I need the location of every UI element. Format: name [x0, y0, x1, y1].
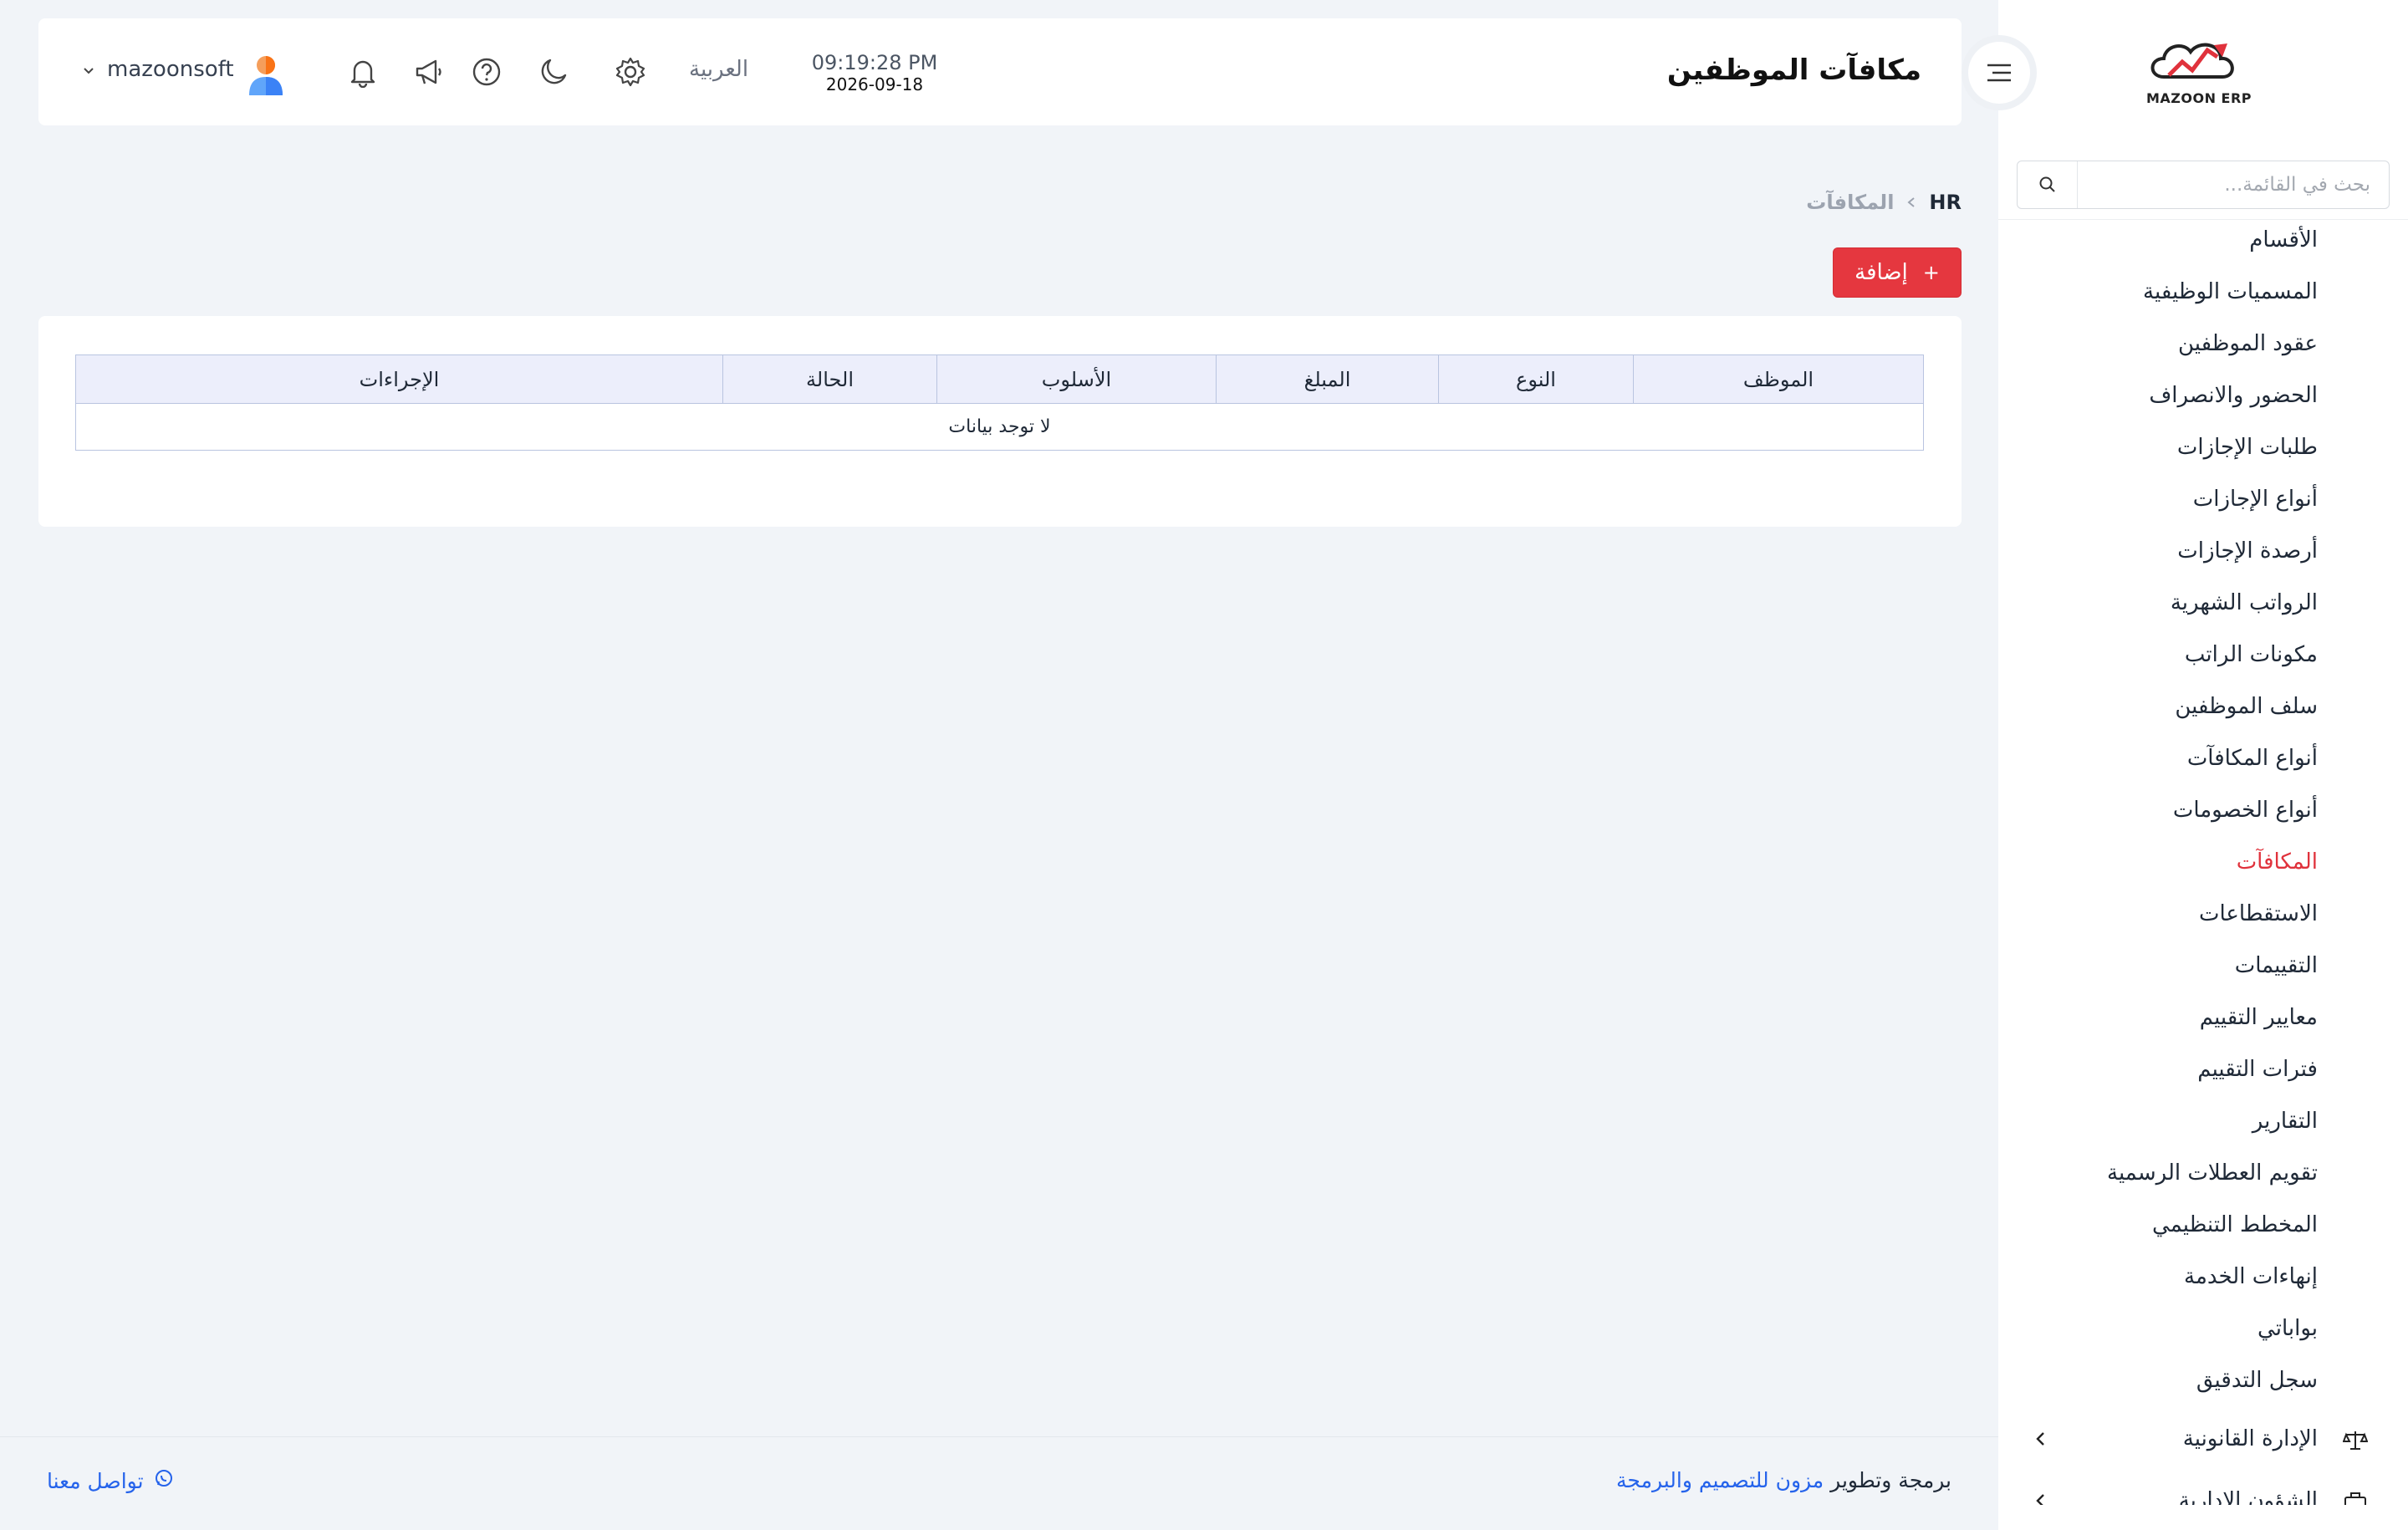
page-title: مكافآت الموظفين: [1666, 54, 1921, 87]
sidebar-item-leave-balances[interactable]: أرصدة الإجازات: [2177, 538, 2318, 564]
sidebar-item-employee-contracts[interactable]: عقود الموظفين: [2178, 331, 2318, 356]
sidebar-item-org-chart[interactable]: المخطط التنظيمي: [2152, 1212, 2318, 1237]
breadcrumb-home[interactable]: HR: [1929, 191, 1962, 214]
sidebar-item-leave-types[interactable]: أنواع الإجازات: [2193, 487, 2318, 512]
sidebar-item-my-portals[interactable]: بواباتي: [2258, 1316, 2318, 1341]
column-header-status[interactable]: الحالة: [722, 354, 937, 404]
sidebar-search: [2017, 161, 2390, 209]
add-button-label: إضافة: [1854, 260, 1908, 285]
contact-us-link[interactable]: تواصل معنا: [47, 1468, 174, 1493]
sidebar-group-label: الإدارة القانونية: [2182, 1426, 2318, 1451]
footer-credit: برمجة وتطوير مزون للتصميم والبرمجة: [1616, 1468, 1951, 1492]
footer-divider: [0, 1436, 1998, 1437]
clock-time: 09:19:28 PM: [811, 51, 938, 74]
settings-gear-icon[interactable]: [612, 54, 649, 90]
scale-icon: [2342, 1428, 2369, 1453]
sidebar-menu: الأقسام المسميات الوظيفية عقود الموظفين …: [1998, 219, 2408, 1505]
sidebar-item-evaluations[interactable]: التقييمات: [2235, 953, 2318, 978]
search-icon[interactable]: [2018, 161, 2078, 208]
sidebar-item-holiday-calendar[interactable]: تقويم العطلات الرسمية: [2107, 1160, 2318, 1186]
bonuses-table: الموظف النوع المبلغ الأسلوب الحالة الإجر…: [75, 354, 1924, 451]
table-header-row: الموظف النوع المبلغ الأسلوب الحالة الإجر…: [75, 354, 1924, 404]
briefcase-icon: [2343, 1490, 2368, 1505]
chevron-left-icon: [2032, 1430, 2050, 1448]
notification-bell-icon[interactable]: [344, 54, 381, 90]
sidebar-search-input[interactable]: [2078, 161, 2389, 208]
table-row: لا توجد بيانات: [75, 403, 1924, 451]
sidebar-item-salary-components[interactable]: مكونات الراتب: [2185, 642, 2318, 667]
chevron-left-icon: [2032, 1492, 2050, 1505]
logo-text: MAZOON ERP: [2145, 90, 2252, 106]
plus-icon: +: [1922, 261, 1940, 284]
bonuses-table-card: الموظف النوع المبلغ الأسلوب الحالة الإجر…: [38, 316, 1962, 527]
clock-date: 2026-09-18: [825, 74, 924, 94]
sidebar-item-deduction-types[interactable]: أنواع الخصومات: [2173, 798, 2318, 823]
column-header-employee[interactable]: الموظف: [1633, 354, 1924, 404]
sidebar-item-reports[interactable]: التقارير: [2252, 1109, 2318, 1134]
user-name[interactable]: mazoonsoft: [107, 57, 234, 82]
footer-brand-link[interactable]: مزون للتصميم والبرمجة: [1616, 1468, 1824, 1492]
dark-mode-moon-icon[interactable]: [535, 54, 572, 90]
sidebar-item-bonus-types[interactable]: أنواع المكافآت: [2187, 746, 2318, 771]
user-avatar[interactable]: [246, 54, 286, 95]
column-header-amount[interactable]: المبلغ: [1216, 354, 1439, 404]
sidebar-group-legal[interactable]: الإدارة القانونية: [1998, 1420, 2408, 1460]
sidebar-group-admin[interactable]: الشؤون الإدارية: [1998, 1482, 2408, 1505]
footer-credit-prefix: برمجة وتطوير: [1830, 1468, 1951, 1492]
column-header-actions: الإجراءات: [75, 354, 723, 404]
contact-label: تواصل معنا: [47, 1468, 144, 1493]
sidebar-item-monthly-payroll[interactable]: الرواتب الشهرية: [2171, 590, 2318, 615]
sidebar-item-terminations[interactable]: إنهاءات الخدمة: [2184, 1264, 2318, 1289]
company-logo[interactable]: MAZOON ERP: [2140, 33, 2258, 110]
breadcrumb-chevron-icon: [1905, 191, 1917, 214]
logo-graphic: [2150, 43, 2234, 79]
sidebar-toggle-button[interactable]: [1962, 35, 2037, 110]
sidebar-item-departments[interactable]: الأقسام: [2249, 227, 2318, 252]
sidebar-group-label: الشؤون الإدارية: [2178, 1488, 2318, 1505]
column-header-method[interactable]: الأسلوب: [936, 354, 1217, 404]
breadcrumb: HR المكافآت: [1806, 191, 1962, 214]
menu-icon: [1968, 42, 2030, 104]
add-button[interactable]: + إضافة: [1833, 247, 1962, 298]
language-switcher[interactable]: العربية: [689, 57, 748, 82]
breadcrumb-current: المكافآت: [1806, 191, 1895, 214]
sidebar-item-audit-log[interactable]: سجل التدقيق: [2196, 1368, 2318, 1393]
sidebar: MAZOON ERP الأقسام المسميات الوظيفية عقو…: [1998, 0, 2408, 1530]
sidebar-item-attendance[interactable]: الحضور والانصراف: [2149, 383, 2318, 408]
sidebar-item-evaluation-periods[interactable]: فترات التقييم: [2197, 1057, 2318, 1082]
sidebar-item-evaluation-criteria[interactable]: معايير التقييم: [2200, 1005, 2318, 1030]
top-bar: مكافآت الموظفين 09:19:28 PM 2026-09-18 ا…: [38, 18, 1962, 125]
sidebar-item-leave-requests[interactable]: طلبات الإجازات: [2177, 435, 2318, 460]
chevron-down-icon[interactable]: [80, 62, 97, 79]
sidebar-item-bonuses[interactable]: المكافآت: [2237, 849, 2318, 875]
empty-state: لا توجد بيانات: [75, 403, 1924, 451]
megaphone-icon[interactable]: [410, 54, 446, 90]
sidebar-item-withholdings[interactable]: الاستقطاعات: [2199, 901, 2318, 926]
whatsapp-icon: [154, 1468, 174, 1493]
help-question-icon[interactable]: [468, 54, 505, 90]
column-header-type[interactable]: النوع: [1438, 354, 1634, 404]
clock: 09:19:28 PM 2026-09-18: [794, 50, 955, 94]
sidebar-item-employee-advances[interactable]: سلف الموظفين: [2175, 694, 2318, 719]
sidebar-item-job-titles[interactable]: المسميات الوظيفية: [2143, 279, 2318, 304]
